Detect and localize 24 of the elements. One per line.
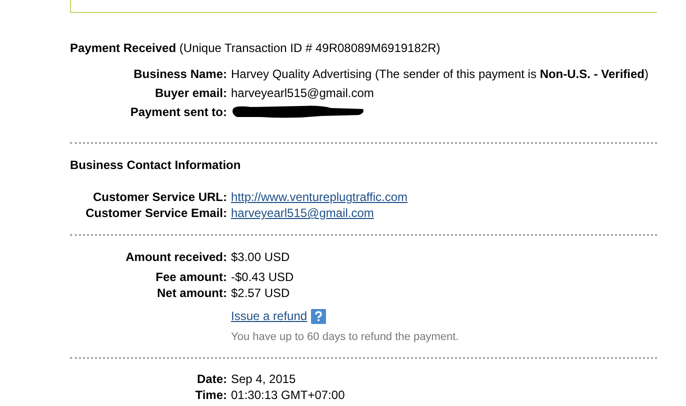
field-label: Fee amount: [154,269,227,285]
refund-note: You have up to 60 days to refund the payment. [231,330,459,344]
field-value: Sep 4, 2015 [231,371,296,387]
field-label: Date: [196,371,227,387]
field-value: $3.00 USD [231,249,290,265]
field-value: $2.57 USD [231,285,290,301]
field-value: Harvey Quality Advertising (The sender of this payment is Non-U.S. - Verified) [231,66,648,82]
field-value: harveyearl515@gmail.com [231,85,374,101]
field-value: 01:30:13 GMT+07:00 [231,387,345,403]
field-label: Amount received: [124,249,227,265]
section-title: Payment Received (Unique Transaction ID # 49R08089M6919182R) [70,41,440,55]
refund-link[interactable]: Issue a refund [231,308,308,324]
field-label: Net amount: [156,285,227,301]
field-label: Customer Service Email: [84,205,227,221]
field-label: Business Name: [132,66,227,82]
contact-link[interactable]: http://www.ventureplugtraffic.com [231,189,408,205]
field-label: Payment sent to: [129,104,227,120]
field-value: -$0.43 USD [231,269,294,285]
field-label: Customer Service URL: [92,189,227,205]
contact-link[interactable]: harveyearl515@gmail.com [231,205,374,221]
section-title: Business Contact Information [70,157,241,173]
field-label: Buyer email: [154,85,227,101]
help-icon[interactable] [311,308,326,324]
field-label: Time: [194,387,227,403]
